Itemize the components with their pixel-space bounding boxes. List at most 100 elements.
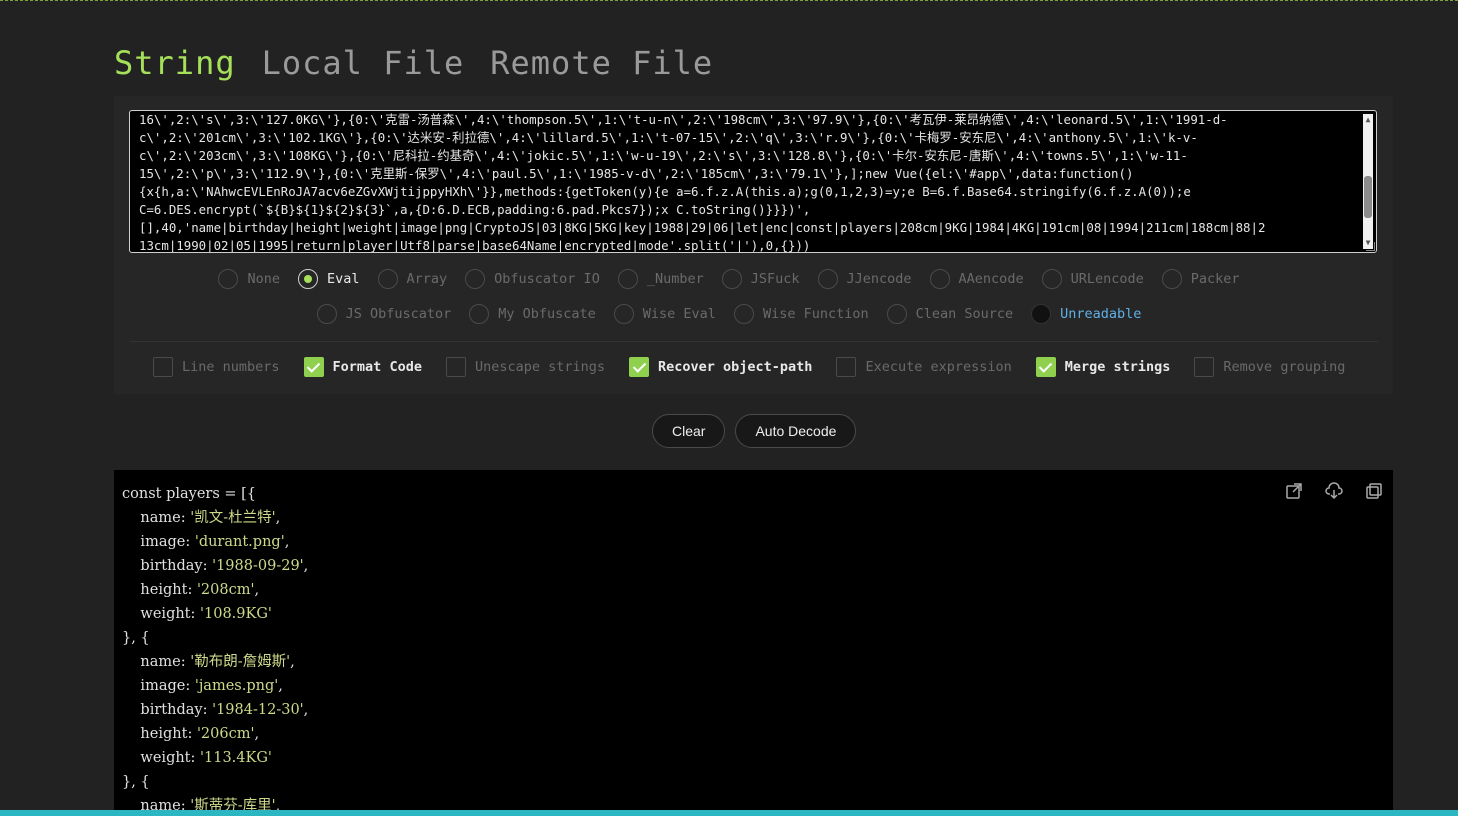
scroll-up-icon[interactable]: ▲ (1363, 114, 1373, 126)
radio-circle-icon (316, 304, 337, 324)
radio-circle-icon (721, 269, 742, 289)
checkmark-icon (303, 357, 324, 377)
radio-aaencode[interactable]: AAencode (929, 269, 1024, 289)
radio-eval[interactable]: Eval (298, 269, 360, 289)
radio-label: Eval (327, 271, 360, 287)
checkbox-remove-grouping[interactable]: Remove grouping (1194, 357, 1345, 377)
copy-icon[interactable] (1365, 482, 1383, 500)
radio-none[interactable]: None (218, 269, 280, 289)
radio-packer[interactable]: Packer (1161, 269, 1240, 289)
checkbox-label: Remove grouping (1223, 359, 1346, 375)
source-text[interactable]: 16\',2:\'s\',3:\'127.0KG\'},{0:\'克雷-汤普森\… (139, 111, 1351, 252)
radio-circle-icon (617, 269, 638, 289)
radio-wise-eval[interactable]: Wise Eval (613, 304, 716, 324)
radio-urlencode[interactable]: URLencode (1041, 269, 1144, 289)
decoder-options-row-2: JS Obfuscator My Obfuscate Wise Eval Wis… (0, 304, 1458, 324)
radio-array[interactable]: Array (377, 269, 448, 289)
checkbox-icon (153, 357, 173, 377)
source-line: {x{h,a:\'NAhwcEVLEnRoJA7acv6eZGvXWjtijpp… (139, 184, 1191, 199)
checkmark-icon (1035, 357, 1056, 377)
radio-number[interactable]: _Number (617, 269, 704, 289)
checkbox-recover-object-path[interactable]: Recover object-path (629, 357, 812, 377)
output-code: const players = [{ name: '凯文-杜兰特', image… (122, 482, 308, 816)
radio-label: None (247, 271, 280, 287)
code-line: image: 'james.png', (122, 678, 283, 694)
radio-label: JS Obfuscator (345, 306, 452, 322)
code-line: }, { (122, 626, 308, 650)
tab-remote-file[interactable]: Remote File (490, 44, 713, 82)
radio-label: Obfuscator IO (494, 271, 600, 287)
source-line: 16\',2:\'s\',3:\'127.0KG\'},{0:\'克雷-汤普森\… (139, 112, 1228, 127)
code-string: '凯文-杜兰特' (190, 510, 276, 526)
auto-decode-button[interactable]: Auto Decode (735, 414, 857, 448)
top-border (0, 0, 1458, 1)
code-declaration: const players = [{ (122, 486, 257, 502)
code-string: '1984-12-30' (212, 702, 304, 718)
source-line: c\',2:\'203cm\',3:\'108KG\'},{0:\'尼科拉-约基… (139, 148, 1188, 163)
radio-label: Array (406, 271, 448, 287)
code-line: weight: '113.4KG' (122, 750, 272, 766)
code-string: '113.4KG' (200, 750, 272, 766)
radio-circle-icon (298, 269, 318, 289)
download-icon[interactable] (1325, 482, 1343, 500)
checkbox-label: Format Code (332, 359, 422, 375)
tab-string[interactable]: String (114, 44, 236, 82)
code-string: '208cm' (196, 582, 255, 598)
output-toolbar (1285, 482, 1383, 500)
radio-jsfuck[interactable]: JSFuck (721, 269, 800, 289)
code-string: 'james.png' (194, 678, 279, 694)
checkbox-format-code[interactable]: Format Code (303, 357, 422, 377)
radio-my-obfuscate[interactable]: My Obfuscate (469, 304, 596, 324)
code-string: 'durant.png' (194, 534, 285, 550)
code-line: height: '208cm', (122, 582, 260, 598)
radio-circle-icon (613, 304, 634, 324)
source-line: [],40,'name|birthday|height|weight|image… (139, 220, 1266, 235)
source-line: C=6.DES.encrypt(`${B}${1}${2}${3}`,a,{D:… (139, 202, 811, 217)
resize-handle-icon[interactable] (1366, 242, 1375, 251)
tab-local-file[interactable]: Local File (262, 44, 465, 82)
decoded-output[interactable]: const players = [{ name: '凯文-杜兰特', image… (114, 470, 1393, 816)
radio-obfuscator-io[interactable]: Obfuscator IO (465, 269, 600, 289)
radio-jjencode[interactable]: JJencode (817, 269, 912, 289)
radio-label: Wise Function (762, 306, 869, 322)
checkbox-merge-strings[interactable]: Merge strings (1035, 357, 1171, 377)
code-line: height: '206cm', (122, 726, 260, 742)
radio-circle-icon (1161, 269, 1182, 289)
checkbox-execute-expression[interactable]: Execute expression (836, 357, 1012, 377)
radio-circle-icon (469, 304, 490, 324)
code-separator: }, { (122, 630, 150, 646)
radio-circle-icon (733, 304, 754, 324)
source-input[interactable]: 16\',2:\'s\',3:\'127.0KG\'},{0:\'克雷-汤普森\… (129, 110, 1377, 253)
radio-unreadable[interactable]: Unreadable (1031, 304, 1141, 324)
source-line: c\',2:\'201cm\',3:\'102.1KG\'},{0:\'达米安-… (139, 130, 1198, 145)
radio-wise-function[interactable]: Wise Function (733, 304, 869, 324)
scroll-thumb[interactable] (1364, 176, 1372, 218)
radio-label: Wise Eval (642, 306, 716, 322)
checkbox-label: Execute expression (865, 359, 1012, 375)
code-line: image: 'durant.png', (122, 534, 290, 550)
clear-button[interactable]: Clear (652, 414, 726, 448)
radio-label: JJencode (846, 271, 912, 287)
radio-label: My Obfuscate (498, 306, 596, 322)
editor-scrollbar[interactable]: ▲ ▼ (1363, 114, 1373, 249)
checkbox-label: Line numbers (182, 359, 280, 375)
code-line: weight: '108.9KG' (122, 606, 272, 622)
checkbox-unescape-strings[interactable]: Unescape strings (445, 357, 605, 377)
decoder-options-row-1: None Eval Array Obfuscator IO _Number JS… (0, 269, 1458, 289)
radio-circle-icon (817, 269, 838, 289)
code-string: '1988-09-29' (212, 558, 304, 574)
open-external-icon[interactable] (1285, 482, 1303, 500)
checkbox-icon (1194, 357, 1215, 377)
radio-js-obfuscator[interactable]: JS Obfuscator (316, 304, 452, 324)
checkbox-label: Unescape strings (474, 359, 605, 375)
checkbox-label: Merge strings (1064, 359, 1171, 375)
radio-label: Clean Source (915, 306, 1014, 322)
checkbox-line-numbers[interactable]: Line numbers (153, 357, 280, 377)
source-line: 15\',2:\'p\',3:\'112.9\'},{0:\'克里斯-保罗\',… (139, 166, 1134, 181)
radio-clean-source[interactable]: Clean Source (886, 304, 1014, 324)
checkbox-label: Recover object-path (658, 359, 813, 375)
code-separator: }, { (122, 774, 150, 790)
checkmark-icon (629, 357, 649, 377)
action-buttons: Clear Auto Decode (652, 414, 857, 448)
divider (130, 341, 1378, 342)
